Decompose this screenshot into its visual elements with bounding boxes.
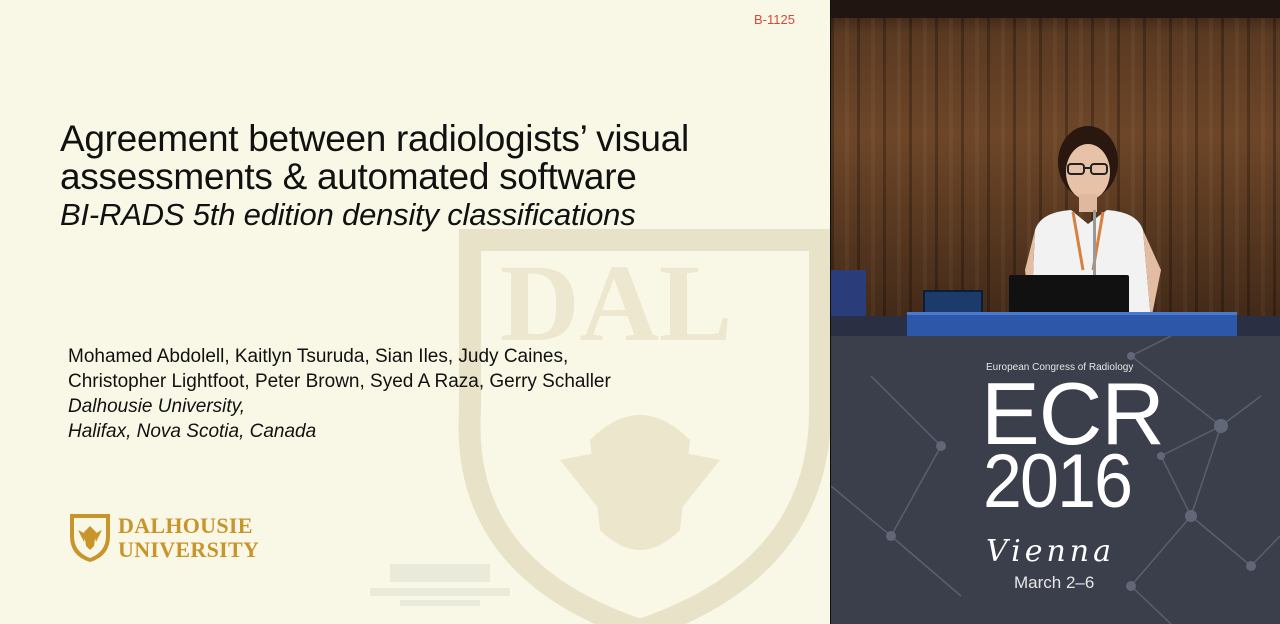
slide-title: Agreement between radiologists’ visual a… [60, 120, 689, 196]
dalhousie-crest-icon [70, 514, 110, 562]
authors-line-1: Mohamed Abdolell, Kaitlyn Tsuruda, Sian … [68, 346, 569, 367]
abstract-code: B-1125 [754, 12, 795, 27]
affiliation-line-1: Dalhousie University, [68, 396, 246, 417]
faint-society-logo [370, 564, 510, 606]
ecr-city: Vienna [986, 534, 1116, 569]
university-name: DALHOUSIE UNIVERSITY [118, 514, 259, 562]
affiliation-line-2: Halifax, Nova Scotia, Canada [68, 421, 317, 442]
ecr-year: 2016 [983, 439, 1133, 524]
authors-line-2: Christopher Lightfoot, Peter Brown, Syed… [68, 371, 611, 392]
author-block: Mohamed Abdolell, Kaitlyn Tsuruda, Sian … [68, 344, 611, 444]
podium-desk [907, 312, 1237, 336]
logo-line-1: DALHOUSIE [118, 513, 253, 538]
ceiling-strip [831, 0, 1280, 18]
logo-line-2: UNIVERSITY [118, 537, 260, 562]
dalhousie-logo: DALHOUSIE UNIVERSITY [68, 512, 259, 564]
ecr-dates: March 2–6 [1014, 573, 1095, 592]
title-line-2: assessments & automated software [60, 156, 637, 197]
ecr-branding-panel: European Congress of Radiology ECR 2016 … [831, 336, 1280, 624]
podium-monitor-right [1009, 275, 1129, 315]
speaker-video-panel [831, 0, 1280, 336]
presentation-slide: DAL B-1125 Agreement between radiologist… [0, 0, 830, 624]
title-line-1: Agreement between radiologists’ visual [60, 118, 689, 159]
slide-subtitle: BI-RADS 5th edition density classificati… [60, 197, 636, 232]
